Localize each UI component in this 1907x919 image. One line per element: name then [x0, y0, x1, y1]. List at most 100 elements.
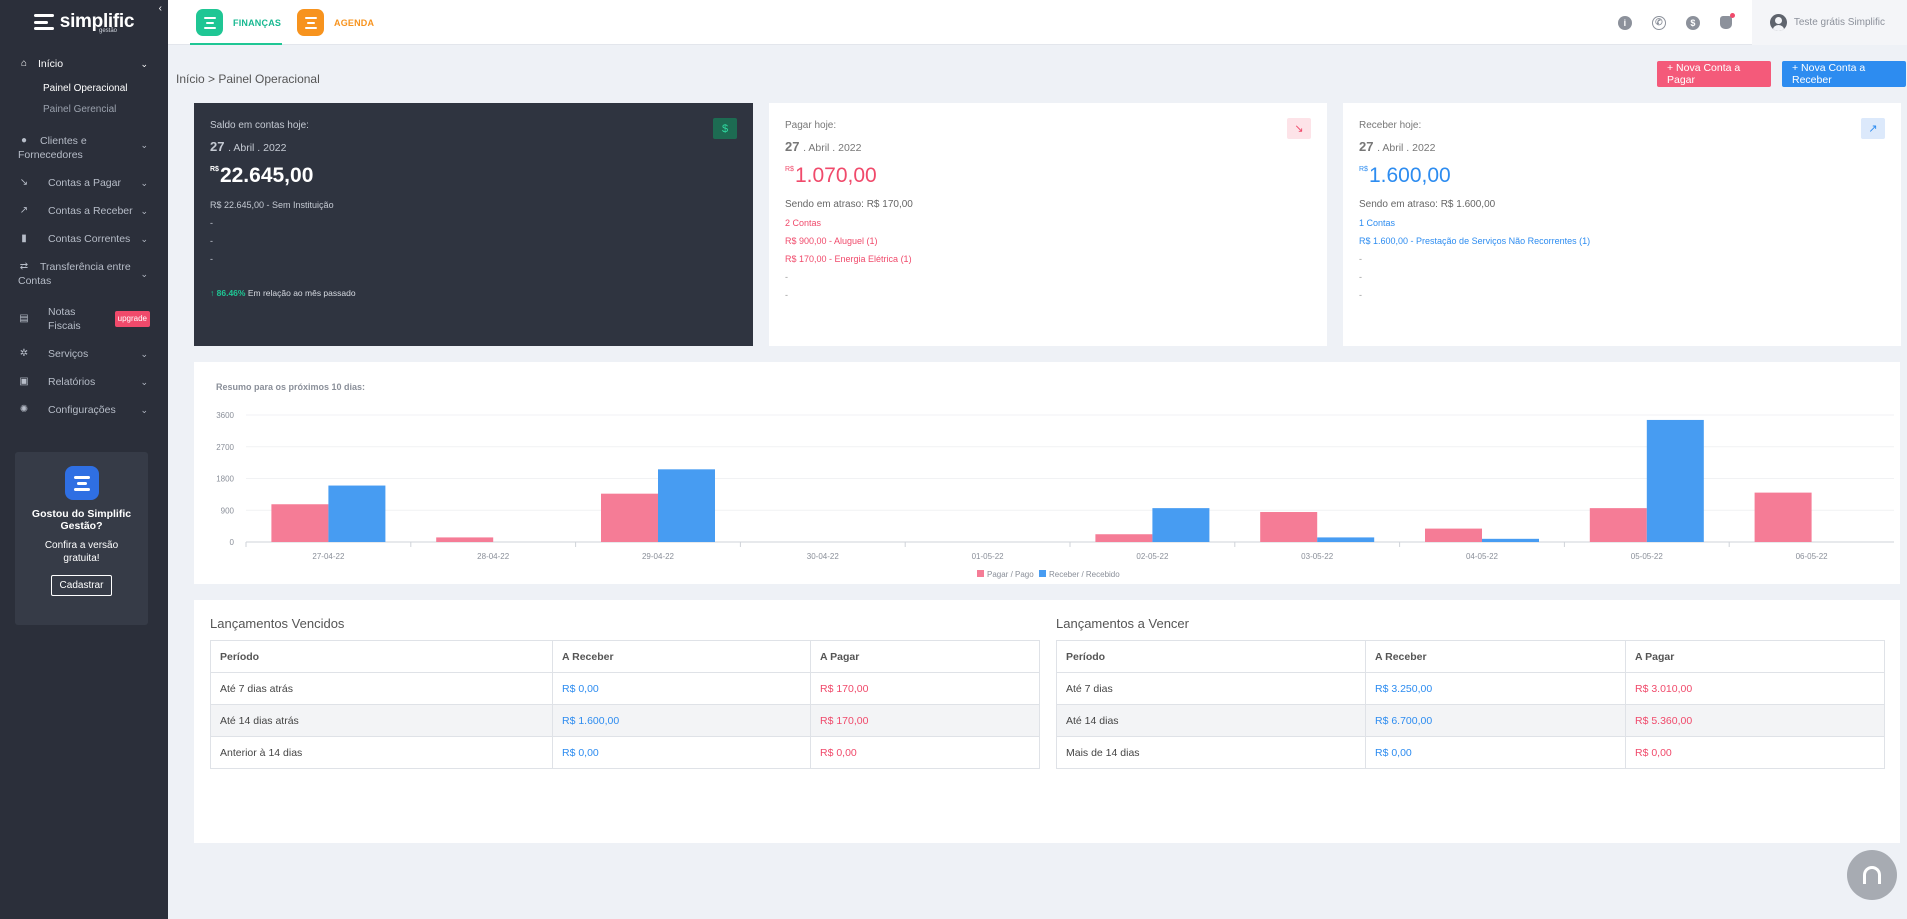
user-avatar-icon: [1769, 14, 1787, 31]
x-tick-label: 28-04-22: [477, 552, 510, 561]
module-financas[interactable]: FINANÇAS: [196, 0, 281, 45]
breadcrumb: Início > Painel Operacional: [176, 72, 320, 86]
receivable-cell[interactable]: R$ 0,00: [552, 672, 811, 705]
currency-symbol: R$: [1359, 166, 1368, 173]
payable-cell[interactable]: R$ 0,00: [810, 736, 1040, 769]
y-tick-label: 1800: [216, 475, 234, 484]
whatsapp-icon[interactable]: ✆: [1651, 15, 1666, 30]
table-row: Anterior à 14 dias R$ 0,00 R$ 0,00: [210, 736, 1040, 769]
new-payable-button[interactable]: + Nova Conta a Pagar: [1657, 61, 1771, 87]
card-date: 27 . Abril . 2022: [210, 139, 737, 154]
card-line: -: [1359, 254, 1362, 264]
bar-receber: [1482, 538, 1539, 542]
y-tick-label: 900: [221, 506, 235, 515]
trend-text: Em relação ao mês passado: [247, 288, 356, 298]
sidebar-item-notas-fiscais[interactable]: ▤ Notas Fiscais upgrade: [0, 295, 168, 340]
sidebar-nav: ⌂ Início ⌄ Painel Operacional Painel Ger…: [0, 50, 168, 424]
receivable-cell[interactable]: R$ 3.250,00: [1365, 672, 1626, 705]
card-line: -: [1359, 272, 1362, 282]
sidebar-item-label: Serviços: [48, 348, 89, 360]
promo-text: Confira a versão gratuita!: [44, 540, 119, 564]
card-line[interactable]: R$ 170,00 - Energia Elétrica (1): [785, 250, 1311, 268]
payable-cell[interactable]: R$ 170,00: [810, 672, 1040, 705]
upcoming-title: Lançamentos a Vencer: [1056, 616, 1189, 631]
bar-pagar: [601, 493, 658, 542]
card-line[interactable]: R$ 1.600,00 - Prestação de Serviços Não …: [1359, 232, 1885, 250]
gear-icon: ✲: [19, 348, 29, 359]
document-icon: ▤: [19, 313, 29, 324]
column-header: A Receber: [552, 640, 811, 673]
card-line[interactable]: R$ 900,00 - Aluguel (1): [785, 232, 1311, 250]
transfer-icon: ⇄: [19, 261, 29, 272]
new-receivable-button[interactable]: + Nova Conta a Receber: [1782, 61, 1906, 87]
period-cell: Até 14 dias atrás: [210, 704, 553, 737]
sidebar-item-clientes[interactable]: ● Clientes e Fornecedores ⌄: [0, 120, 168, 169]
info-icon[interactable]: i: [1617, 15, 1632, 30]
bar-chart: 0 900 1800 2700 3600 27-04-22 28-04-22 29-04-22…: [216, 411, 1894, 579]
brand-name: simplific: [59, 11, 135, 32]
overdue-title: Lançamentos Vencidos: [210, 616, 345, 631]
period-cell: Anterior à 14 dias: [210, 736, 553, 769]
payable-cell[interactable]: R$ 5.360,00: [1625, 704, 1885, 737]
legend-swatch: [977, 570, 984, 577]
collapse-sidebar-icon[interactable]: ‹: [159, 3, 162, 14]
bar-pagar: [271, 504, 329, 542]
bar-pagar: [436, 537, 494, 542]
module-label: AGENDA: [334, 17, 375, 28]
x-tick-label: 03-05-22: [1301, 552, 1334, 561]
amount-value: 1.600,00: [1368, 164, 1451, 187]
card-label: Saldo em contas hoje:: [210, 120, 309, 131]
payable-cell[interactable]: R$ 170,00: [810, 704, 1040, 737]
accounts-count[interactable]: 2 Contas: [785, 214, 1311, 232]
user-menu[interactable]: Teste grátis Simplific: [1751, 0, 1907, 45]
sidebar-item-relatorios[interactable]: ▣ Relatórios ⌄: [0, 368, 168, 396]
column-header: A Pagar: [1625, 640, 1885, 673]
trend-up-icon: ↗: [1861, 118, 1885, 139]
payable-cell[interactable]: R$ 3.010,00: [1625, 672, 1885, 705]
bar-receber: [328, 485, 386, 542]
signup-button[interactable]: Cadastrar: [50, 575, 113, 596]
payable-cell[interactable]: R$ 0,00: [1625, 736, 1885, 769]
sidebar-subitem-painel-gerencial[interactable]: Painel Gerencial: [0, 99, 168, 120]
upgrade-badge[interactable]: upgrade: [114, 311, 150, 327]
table-header-row: Período A Receber A Pagar: [210, 640, 1040, 673]
receivable-cell[interactable]: R$ 0,00: [1365, 736, 1626, 769]
card-date: 27 . Abril . 2022: [785, 139, 1311, 154]
sidebar-item-label: Transferência entre Contas: [18, 261, 131, 287]
card-day: 27: [785, 139, 800, 154]
sidebar-item-contas-pagar[interactable]: ↘ Contas a Pagar ⌄: [0, 169, 168, 197]
card-day: 27: [210, 139, 225, 154]
active-module-indicator: [190, 43, 282, 45]
sidebar-item-contas-correntes[interactable]: ▮ Contas Correntes ⌄: [0, 225, 168, 253]
trend-up-arrow-icon: ↑: [210, 288, 215, 298]
sidebar: simplific gestão ‹ ⌂ Início ⌄ Painel Ope…: [0, 0, 168, 919]
sidebar-item-transferencia[interactable]: ⇄ Transferência entre Contas ⌄: [0, 253, 168, 295]
bar-receber: [1152, 508, 1210, 542]
brand-sub: gestão: [99, 28, 118, 34]
currency-icon[interactable]: $: [1685, 15, 1700, 30]
chevron-down-icon: ⌄: [140, 234, 148, 244]
sidebar-item-inicio[interactable]: ⌂ Início ⌄: [0, 50, 168, 78]
bell-icon[interactable]: [1719, 13, 1735, 29]
support-chat-button[interactable]: [1847, 850, 1897, 900]
card-amount: R$ 1.070,00: [785, 164, 1311, 188]
brand-logo[interactable]: simplific gestão ‹: [0, 0, 168, 44]
chevron-down-icon: ⌄: [140, 139, 148, 150]
chevron-down-icon: ⌄: [140, 178, 148, 188]
sidebar-item-contas-receber[interactable]: ↗ Contas a Receber ⌄: [0, 197, 168, 225]
report-icon: ▣: [19, 376, 29, 387]
sidebar-item-label: Contas Correntes: [48, 233, 131, 245]
sidebar-item-configuracoes[interactable]: ✺ Configurações ⌄: [0, 396, 168, 424]
receivable-cell[interactable]: R$ 1.600,00: [552, 704, 811, 737]
module-agenda[interactable]: AGENDA: [297, 0, 374, 45]
bar-pagar: [1260, 512, 1318, 542]
sidebar-subitem-painel-operacional[interactable]: Painel Operacional: [0, 78, 168, 99]
y-tick-label: 2700: [216, 443, 234, 452]
bar-pagar: [1589, 508, 1647, 542]
receivable-cell[interactable]: R$ 0,00: [552, 736, 811, 769]
accounts-count[interactable]: 1 Contas: [1359, 214, 1885, 232]
financas-icon: [196, 9, 223, 36]
sidebar-item-servicos[interactable]: ✲ Serviços ⌄: [0, 340, 168, 368]
receivable-cell[interactable]: R$ 6.700,00: [1365, 704, 1626, 737]
overdue-text: Sendo em atraso: R$ 170,00: [785, 199, 913, 210]
